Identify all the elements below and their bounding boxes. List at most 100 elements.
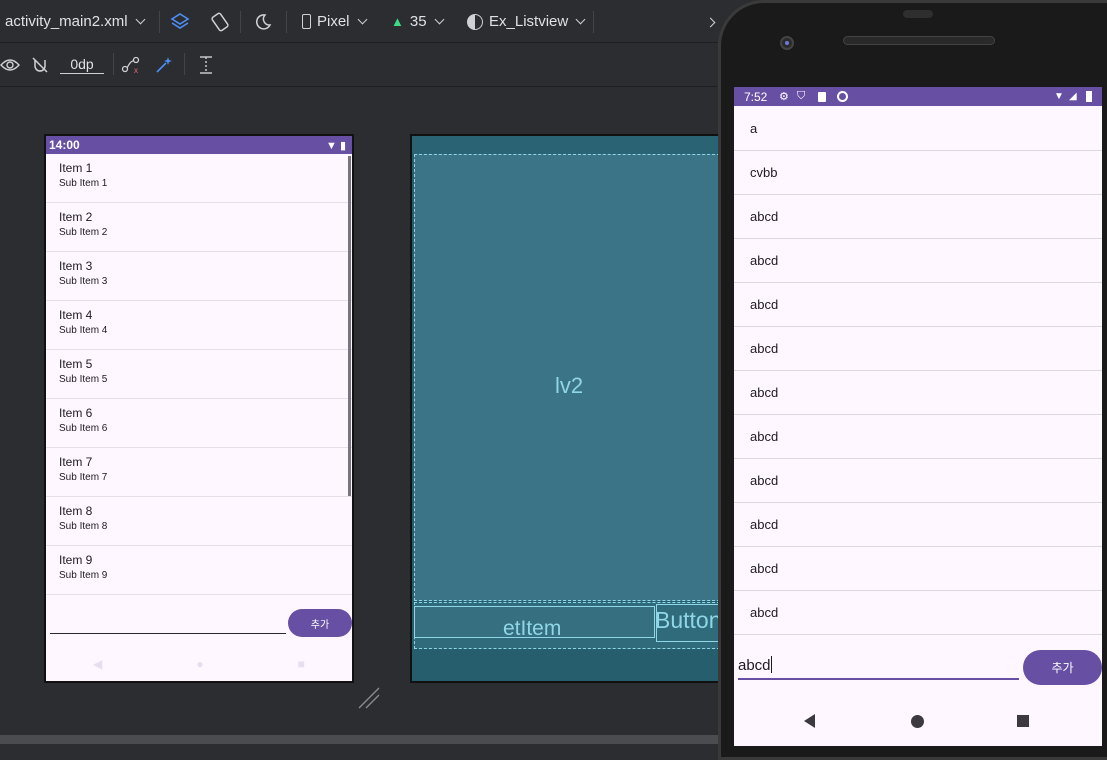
gear-icon: ⚙ xyxy=(779,91,789,103)
list-item[interactable]: abcd xyxy=(734,415,1102,459)
recents-icon[interactable] xyxy=(1017,715,1029,727)
list-item[interactable]: abcd xyxy=(734,327,1102,371)
blueprint-status-bar xyxy=(412,136,725,154)
list-item[interactable]: abcd xyxy=(734,547,1102,591)
emulator-screen[interactable]: 7:52 ⚙ ⛉ ▼ ◢ a cvbb abcd abcd abcd abcd … xyxy=(734,87,1102,746)
shield-icon: ⛉ xyxy=(797,90,806,102)
list-item[interactable]: a xyxy=(734,107,1102,151)
blueprint-listview[interactable]: lv2 xyxy=(414,154,725,601)
earpiece xyxy=(903,10,933,18)
item-input-field[interactable]: abcd xyxy=(738,656,772,674)
android-icon: ▲ xyxy=(391,14,404,29)
list-item[interactable]: abcd xyxy=(734,591,1102,635)
scrollbar-thumb[interactable] xyxy=(0,735,725,744)
item-subtitle: Sub Item 1 xyxy=(59,178,108,189)
item-subtitle: Sub Item 9 xyxy=(59,570,108,581)
editor-toolbar: activity_main2.xml Pixel ▲ 35 Ex_Listvie… xyxy=(0,0,725,43)
list-item[interactable]: Item 2 Sub Item 2 xyxy=(46,203,352,252)
blueprint-view[interactable]: lv2 etItem Button xyxy=(410,134,725,683)
design-add-button[interactable]: 추가 xyxy=(288,609,352,637)
item-title: Item 2 xyxy=(59,210,93,224)
list-item[interactable]: Item 1 Sub Item 1 xyxy=(46,154,352,203)
back-icon[interactable] xyxy=(804,714,815,728)
list-item[interactable]: cvbb xyxy=(734,151,1102,195)
eye-icon[interactable] xyxy=(0,55,20,75)
list-item[interactable]: Item 6 Sub Item 6 xyxy=(46,399,352,448)
list-item[interactable]: Item 3 Sub Item 3 xyxy=(46,252,352,301)
api-level-selector[interactable]: ▲ 35 xyxy=(391,0,445,43)
device-selector[interactable]: Pixel xyxy=(302,0,367,43)
design-listview[interactable]: Item 1 Sub Item 1 Item 2 Sub Item 2 Item 3… xyxy=(46,154,352,595)
back-icon: ◀ xyxy=(93,656,103,671)
design-preview[interactable]: 14:00 ▼ ▮ Item 1 Sub Item 1 Item 2 Sub Ite… xyxy=(44,134,354,683)
emulator-nav-bar xyxy=(734,698,1102,746)
chevron-down-icon xyxy=(575,14,586,25)
list-item[interactable]: Item 9 Sub Item 9 xyxy=(46,546,352,595)
toolbar-divider xyxy=(593,11,594,33)
default-margin-field[interactable]: 0dp xyxy=(60,56,104,74)
item-title: Item 1 xyxy=(59,161,93,175)
blueprint-edittext-id: etItem xyxy=(503,617,562,640)
status-icons: ▼ ▮ xyxy=(326,139,346,152)
list-item[interactable]: abcd xyxy=(734,195,1102,239)
guidelines-icon[interactable] xyxy=(196,55,216,75)
svg-text:x: x xyxy=(134,66,138,74)
sync-icon xyxy=(837,91,848,102)
list-item[interactable]: abcd xyxy=(734,239,1102,283)
wifi-icon: ▼ xyxy=(1054,91,1064,102)
toolbar-divider xyxy=(286,11,287,33)
magic-wand-icon[interactable] xyxy=(154,55,174,75)
text-cursor xyxy=(770,656,772,673)
theme-selector[interactable]: Ex_Listview xyxy=(467,0,586,43)
item-subtitle: Sub Item 4 xyxy=(59,325,108,336)
design-edittext[interactable] xyxy=(50,633,286,634)
list-item[interactable]: abcd xyxy=(734,283,1102,327)
list-item[interactable]: Item 7 Sub Item 7 xyxy=(46,448,352,497)
layers-icon[interactable] xyxy=(168,10,192,34)
list-item[interactable]: abcd xyxy=(734,503,1102,547)
home-icon: ● xyxy=(196,656,204,671)
list-item[interactable]: Item 4 Sub Item 4 xyxy=(46,301,352,350)
list-item[interactable]: Item 8 Sub Item 8 xyxy=(46,497,352,546)
battery-icon xyxy=(1086,91,1092,102)
signal-icon: ◢ xyxy=(1069,91,1077,102)
phone-icon xyxy=(302,14,311,29)
design-status-bar: 14:00 ▼ ▮ xyxy=(46,136,352,154)
more-chevron-icon[interactable] xyxy=(703,10,717,34)
item-title: Item 3 xyxy=(59,259,93,273)
rotate-device-icon[interactable] xyxy=(208,10,232,34)
design-nav-bar: ◀ ● ■ xyxy=(46,644,352,681)
item-subtitle: Sub Item 6 xyxy=(59,423,108,434)
horizontal-scrollbar[interactable] xyxy=(0,733,725,746)
list-item[interactable]: abcd xyxy=(734,459,1102,503)
item-subtitle: Sub Item 5 xyxy=(59,374,108,385)
file-selector[interactable]: activity_main2.xml xyxy=(5,0,145,43)
file-name-label: activity_main2.xml xyxy=(5,13,128,30)
list-item[interactable]: Item 5 Sub Item 5 xyxy=(46,350,352,399)
add-button[interactable]: 추가 xyxy=(1023,650,1102,685)
design-status-time: 14:00 xyxy=(49,138,80,152)
camera-icon xyxy=(780,36,794,50)
home-icon[interactable] xyxy=(911,715,924,728)
sd-card-icon xyxy=(818,91,826,102)
blueprint-button[interactable]: Button xyxy=(655,604,725,642)
clear-constraints-icon[interactable]: x xyxy=(121,55,141,75)
blueprint-listview-id: lv2 xyxy=(555,373,584,398)
list-item[interactable]: abcd xyxy=(734,371,1102,415)
magnet-off-icon[interactable] xyxy=(30,55,50,75)
resize-handle-icon[interactable] xyxy=(357,686,381,710)
night-mode-icon[interactable] xyxy=(251,10,275,34)
blueprint-edittext[interactable]: etItem xyxy=(414,606,655,640)
input-underline xyxy=(738,678,1019,680)
item-title: Item 8 xyxy=(59,504,93,518)
item-title: Item 4 xyxy=(59,308,93,322)
item-title: Item 5 xyxy=(59,357,93,371)
blueprint-button-label: Button xyxy=(655,607,722,633)
device-label: Pixel xyxy=(317,13,350,30)
item-title: Item 9 xyxy=(59,553,93,567)
toolbar-divider xyxy=(159,11,160,33)
item-subtitle: Sub Item 8 xyxy=(59,521,108,532)
chevron-down-icon xyxy=(135,14,145,25)
design-scrollbar[interactable] xyxy=(348,156,351,496)
toolbar-divider xyxy=(113,53,114,75)
